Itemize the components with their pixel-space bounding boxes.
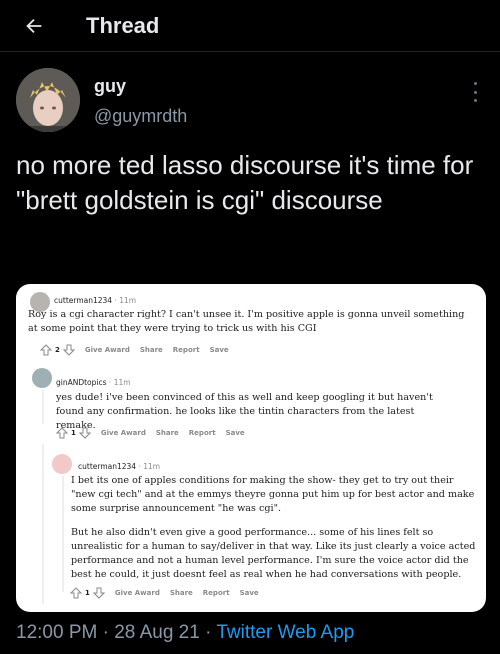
tweet-text: no more ted lasso discourse it's time fo… xyxy=(16,150,474,215)
comment-score: 2 xyxy=(55,346,60,354)
avatar[interactable] xyxy=(16,68,80,132)
give-award-button[interactable]: Give Award xyxy=(101,429,146,437)
comment-body: Roy is a cgi character right? I can't un… xyxy=(28,309,465,334)
back-arrow-icon[interactable] xyxy=(22,14,46,38)
comment-meta: cutterman1234 · 11m xyxy=(78,462,160,471)
downvote-icon[interactable] xyxy=(92,587,105,599)
comment-meta: cutterman1234 · 11m xyxy=(54,296,136,305)
upvote-icon[interactable] xyxy=(56,427,68,439)
comment-time: · 11m xyxy=(108,378,131,387)
comment-username: cutterman1234 xyxy=(54,296,113,305)
comment-time: · 11m xyxy=(138,462,161,471)
tweet-timestamp: 12:00 PM · 28 Aug 21 · Twitter Web App xyxy=(16,622,354,644)
downvote-icon[interactable] xyxy=(78,427,91,439)
give-award-button[interactable]: Give Award xyxy=(85,346,130,354)
downvote-icon[interactable] xyxy=(62,344,75,356)
report-button[interactable]: Report xyxy=(203,589,230,597)
thread-line xyxy=(62,476,64,592)
tweet-date[interactable]: 28 Aug 21 xyxy=(114,622,200,643)
give-award-button[interactable]: Give Award xyxy=(115,589,160,597)
thread-line xyxy=(42,444,44,604)
display-name[interactable]: guy xyxy=(94,76,126,97)
comment-meta: ginANDtopics · 11m xyxy=(56,378,131,387)
upvote-icon[interactable] xyxy=(40,344,52,356)
comment-username: ginANDtopics xyxy=(56,378,107,387)
comment-score: 1 xyxy=(71,429,76,437)
embedded-screenshot[interactable]: cutterman1234 · 11m Roy is a cgi charact… xyxy=(16,284,486,612)
upvote-icon[interactable] xyxy=(70,587,82,599)
commenter-avatar xyxy=(32,368,52,388)
header-title: Thread xyxy=(86,12,160,38)
share-button[interactable]: Share xyxy=(156,429,179,437)
user-handle[interactable]: @guymrdth xyxy=(94,106,187,127)
share-button[interactable]: Share xyxy=(170,589,193,597)
save-button[interactable]: Save xyxy=(226,429,245,437)
separator: · xyxy=(102,622,109,643)
comment-score: 1 xyxy=(85,589,90,597)
comment-body: I bet its one of apples conditions for m… xyxy=(71,475,475,514)
comment-actions: 2 Give Award Share Report Save xyxy=(40,344,229,356)
comment-actions: 1 Give Award Share Report Save xyxy=(56,427,245,439)
save-button[interactable]: Save xyxy=(240,589,259,597)
share-button[interactable]: Share xyxy=(140,346,163,354)
thread-header: Thread xyxy=(0,0,500,52)
comment-actions: 1 Give Award Share Report Save xyxy=(70,587,259,599)
tweet-time[interactable]: 12:00 PM xyxy=(16,622,97,643)
commenter-avatar xyxy=(52,454,72,474)
more-options-icon[interactable] xyxy=(470,82,480,102)
tweet-author: guy @guymrdth xyxy=(16,68,484,134)
report-button[interactable]: Report xyxy=(173,346,200,354)
save-button[interactable]: Save xyxy=(210,346,229,354)
thread-line xyxy=(42,390,44,424)
comment-username: cutterman1234 xyxy=(78,462,137,471)
tweet-source-link[interactable]: Twitter Web App xyxy=(216,622,354,643)
separator: · xyxy=(205,622,212,643)
comment-body-continued: But he also didn't even give a good perf… xyxy=(71,527,476,580)
report-button[interactable]: Report xyxy=(189,429,216,437)
comment-time: · 11m xyxy=(114,296,137,305)
